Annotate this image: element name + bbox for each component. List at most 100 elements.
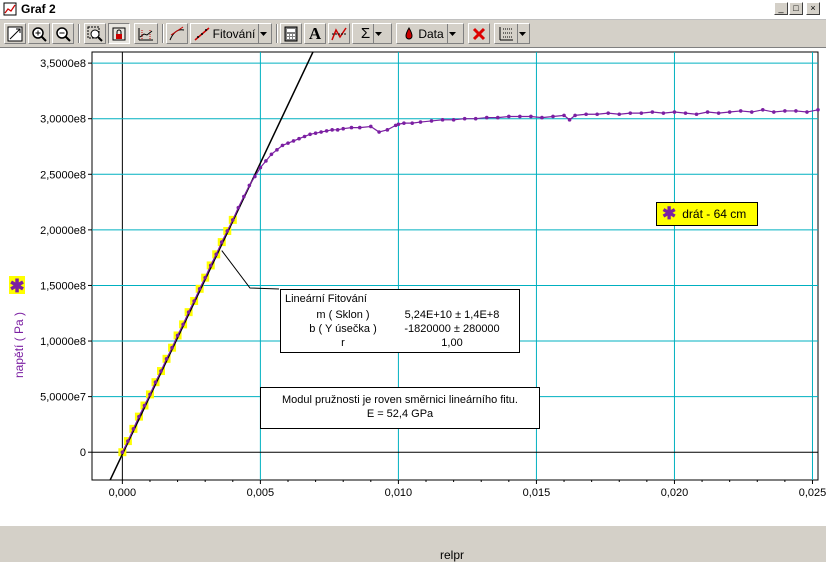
series-star-icon: ✱: [662, 204, 677, 223]
data-point: [507, 114, 511, 119]
zoom-in-button[interactable]: [28, 23, 50, 44]
text-tool-icon: A: [308, 23, 322, 43]
data-point: [440, 118, 445, 122]
window-title: Graf 2: [21, 2, 56, 16]
chevron-down-icon: [258, 24, 268, 43]
tangent-button[interactable]: [166, 23, 188, 44]
data-point: [120, 450, 125, 455]
data-point: [595, 112, 599, 117]
data-point: [396, 122, 401, 127]
data-point: [275, 148, 279, 152]
data-point: [186, 310, 191, 314]
data-point: [230, 218, 235, 222]
data-point: [672, 110, 677, 114]
data-point: [197, 286, 202, 291]
x-tick-label: 0,005: [247, 487, 275, 499]
data-point: [716, 111, 721, 115]
data-point: [617, 112, 622, 117]
curve-fit-label: Fitování: [212, 26, 256, 41]
data-point: [584, 112, 588, 117]
toolbar: Fitování A Σ Data: [0, 20, 826, 48]
data-point: [683, 111, 688, 115]
data-icon: [405, 26, 413, 39]
toolbar-separator: [78, 24, 80, 43]
data-point: [783, 109, 787, 113]
interpolate-icon: [331, 27, 347, 40]
data-point: [551, 114, 555, 119]
data-point: [269, 152, 274, 157]
statistics-button[interactable]: [134, 23, 158, 44]
lock-button[interactable]: [108, 23, 130, 44]
close-button[interactable]: ×: [806, 2, 820, 15]
data-point: [242, 194, 246, 199]
data-point: [705, 110, 710, 114]
plot-area[interactable]: 0,000 0,005 0,010 0,015 0,020 0,025 0 5,0000e7 1…: [0, 48, 826, 562]
minimize-icon: _: [778, 3, 784, 13]
x-tick-label: 0,020: [661, 487, 689, 499]
data-point: [429, 119, 434, 123]
data-point: [192, 299, 196, 303]
data-point: [738, 109, 743, 113]
delete-x-icon: [472, 27, 486, 40]
data-point: [661, 111, 666, 115]
data-point: [518, 114, 522, 119]
data-dropdown[interactable]: Data: [396, 23, 464, 44]
data-point: [349, 125, 354, 130]
data-point: [540, 115, 544, 120]
y-axis-series-marker-icon[interactable]: ✱: [9, 276, 25, 296]
annotation-line-2: E = 52,4 GPa: [366, 408, 434, 420]
data-point: [484, 115, 489, 120]
fit-correlation-label: r: [341, 337, 345, 349]
text-annotation-button[interactable]: A: [304, 23, 326, 44]
zoom-out-icon: [56, 26, 71, 42]
stress-strain-chart[interactable]: 0,000 0,005 0,010 0,015 0,020 0,025 0 5,0000e7 1…: [0, 48, 826, 526]
data-point: [297, 136, 301, 141]
data-point: [203, 275, 207, 280]
data-point: [816, 108, 820, 112]
data-point: [253, 174, 257, 179]
maximize-button[interactable]: □: [789, 2, 803, 15]
data-point: [650, 110, 655, 114]
curve-fit-dropdown[interactable]: Fitování: [190, 23, 272, 44]
data-point: [639, 111, 644, 115]
graph-options-dropdown[interactable]: [494, 23, 530, 44]
chevron-down-icon: [446, 24, 457, 43]
zoom-in-icon: [32, 26, 47, 42]
data-point: [749, 110, 754, 114]
x-tick-label: 0,010: [385, 487, 413, 499]
delete-button[interactable]: [468, 23, 490, 44]
zoom-region-button[interactable]: [84, 23, 106, 44]
calculator-button[interactable]: [280, 23, 302, 44]
sigma-icon: Σ: [360, 25, 371, 42]
data-point: [126, 439, 130, 443]
autoscale-button[interactable]: [4, 23, 26, 44]
data-point: [529, 114, 533, 119]
annotation-box[interactable]: Modul pružnosti je roven směrnici lineár…: [260, 387, 540, 429]
annotation-line-1: Modul pružnosti je roven směrnici lineár…: [281, 394, 518, 406]
data-point: [402, 121, 406, 125]
interpolate-button[interactable]: [328, 23, 350, 44]
autoscale-icon: [7, 26, 23, 41]
minimize-button[interactable]: _: [774, 2, 788, 15]
data-point: [236, 205, 241, 210]
data-point: [131, 427, 136, 431]
data-point: [341, 126, 346, 131]
data-point: [385, 128, 390, 132]
data-point: [760, 108, 765, 112]
data-point: [175, 333, 180, 338]
lock-icon: [112, 27, 126, 40]
linear-fit-box[interactable]: Lineární Fitování m ( Sklon ) 5,24E+10 ±…: [280, 289, 520, 353]
legend-box[interactable]: ✱ drát - 64 cm: [656, 202, 758, 226]
integral-sum-dropdown[interactable]: Σ: [352, 23, 392, 44]
title-bar[interactable]: Graf 2 _ □ ×: [0, 0, 826, 20]
data-point: [473, 116, 478, 121]
toolbar-separator: [276, 24, 278, 43]
statistics-icon: [138, 27, 153, 40]
zoom-region-icon: [87, 26, 103, 42]
data-point: [495, 115, 500, 120]
fit-correlation-value: 1,00: [441, 337, 463, 349]
data-point: [308, 132, 312, 137]
tangent-icon: [169, 26, 185, 40]
zoom-out-button[interactable]: [52, 23, 74, 44]
data-point: [164, 357, 169, 361]
